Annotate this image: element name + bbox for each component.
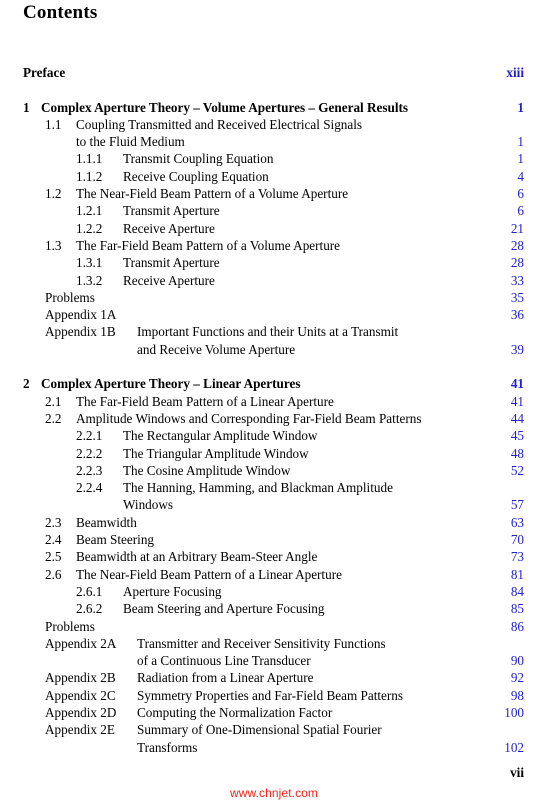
toc-entry[interactable]: 1.2.2 Receive Aperture 21: [0, 220, 548, 237]
toc-entry[interactable]: 2.4 Beam Steering 70: [0, 531, 548, 548]
toc-entry[interactable]: 1.1.1 Transmit Coupling Equation 1: [0, 150, 548, 167]
toc-entry-page-number: 48: [510, 445, 524, 461]
toc-entry-page-number: 73: [510, 549, 524, 565]
toc-entry[interactable]: Preface xiii: [0, 64, 548, 81]
toc-entry[interactable]: 1.3.2 Receive Aperture 33: [0, 272, 548, 289]
toc-entry[interactable]: to the Fluid Medium 1: [0, 133, 548, 150]
toc-entry[interactable]: 1.2.1 Transmit Aperture 6: [0, 202, 548, 219]
toc-entry[interactable]: 2.2.4 The Hanning, Hamming, and Blackman …: [0, 479, 548, 496]
toc-entry[interactable]: 1 Complex Aperture Theory – Volume Apertu…: [0, 99, 548, 116]
toc-entry[interactable]: 1.3.1 Transmit Aperture 28: [0, 254, 548, 271]
toc-entry[interactable]: Appendix 2E Summary of One-Dimensional Sp…: [0, 721, 548, 738]
toc-entry[interactable]: and Receive Volume Aperture 39: [0, 341, 548, 358]
toc-entry-page-number: 28: [510, 255, 524, 271]
toc-entry[interactable]: Windows 57: [0, 496, 548, 513]
toc-entry-page-number: 6: [517, 203, 524, 219]
toc-entry-number: Appendix 2E: [45, 722, 115, 738]
toc-entry-page-number: xiii: [506, 65, 524, 80]
toc-entry[interactable]: Appendix 2A Transmitter and Receiver Sens…: [0, 635, 548, 652]
toc-entry-page-number: 45: [510, 428, 524, 444]
toc-entry[interactable]: 2.5 Beamwidth at an Arbitrary Beam-Steer …: [0, 548, 548, 565]
toc-entry-label: The Hanning, Hamming, and Blackman Ampli…: [123, 480, 393, 496]
toc-entry[interactable]: Appendix 2C Symmetry Properties and Far-F…: [0, 687, 548, 704]
toc-entry-page-number: 1: [517, 151, 524, 167]
page-title: Contents: [23, 2, 98, 23]
toc-entry[interactable]: 2 Complex Aperture Theory – Linear Apertu…: [0, 375, 548, 392]
toc-entry-page-number: 70: [510, 532, 524, 548]
toc-entry-page-number: 90: [510, 653, 524, 669]
toc-entry[interactable]: 1.2 The Near-Field Beam Pattern of a Volu…: [0, 185, 548, 202]
toc-entry[interactable]: 2.6.2 Beam Steering and Aperture Focusing…: [0, 600, 548, 617]
toc-entry[interactable]: 1.3 The Far-Field Beam Pattern of a Volum…: [0, 237, 548, 254]
toc-entry-page-number: 81: [510, 566, 524, 582]
toc-entry[interactable]: 2.2 Amplitude Windows and Corresponding F…: [0, 410, 548, 427]
toc-entry[interactable]: 2.2.2 The Triangular Amplitude Window 48: [0, 445, 548, 462]
toc-entry[interactable]: 2.2.3 The Cosine Amplitude Window 52: [0, 462, 548, 479]
toc-entry[interactable]: 2.3 Beamwidth 63: [0, 514, 548, 531]
toc-entry-page-number: 102: [504, 739, 524, 755]
toc-entry-page-number: 1: [517, 134, 524, 150]
toc-entry[interactable]: 2.1 The Far-Field Beam Pattern of a Linea…: [0, 393, 548, 410]
toc-entry-page-number: 100: [504, 704, 524, 720]
toc-entry[interactable]: 1.1.2 Receive Coupling Equation 4: [0, 168, 548, 185]
toc-entry[interactable]: Transforms 102: [0, 739, 548, 756]
toc-entry-page-number: 92: [510, 670, 524, 686]
toc-entry-page-number: 63: [510, 514, 524, 530]
toc-entry[interactable]: Appendix 1A 36: [0, 306, 548, 323]
toc-entry-page-number: 57: [510, 497, 524, 513]
toc-entry-page-number: 98: [510, 687, 524, 703]
toc-entry-number: Appendix 1B: [45, 324, 116, 340]
toc-entry-page-number: 41: [510, 393, 524, 409]
toc-entry-label: Coupling Transmitted and Received Electr…: [76, 116, 363, 132]
toc-entry-page-number: 36: [510, 307, 524, 323]
toc-entry-page-number: 6: [517, 186, 524, 202]
toc-entry[interactable]: 2.6.1 Aperture Focusing 84: [0, 583, 548, 600]
toc-entry-page-number: 28: [510, 237, 524, 253]
toc-entry-page-number: 21: [510, 220, 524, 236]
folio-page-number: vii: [510, 765, 524, 780]
toc-entry-number: 1.1: [45, 116, 62, 132]
toc-entry[interactable]: Appendix 2B Radiation from a Linear Apert…: [0, 669, 548, 686]
toc-entry[interactable]: Appendix 1B Important Functions and their…: [0, 323, 548, 340]
toc-entry-list: Preface xiii 1 Complex Aperture Theory – Vo…: [0, 64, 548, 756]
toc-entry-label: Important Functions and their Units at a…: [137, 324, 399, 340]
toc-entry-label: Transmitter and Receiver Sensitivity Fun…: [137, 635, 386, 651]
toc-entry[interactable]: 2.2.1 The Rectangular Amplitude Window 45: [0, 427, 548, 444]
toc-entry[interactable]: Appendix 2D Computing the Normalization F…: [0, 704, 548, 721]
toc-entry-page-number: 85: [510, 601, 524, 617]
toc-entry-number: Appendix 2A: [45, 635, 117, 651]
toc-entry[interactable]: 1.1 Coupling Transmitted and Received Ele…: [0, 116, 548, 133]
site-watermark: www.chnjet.com: [229, 786, 319, 800]
toc-entry-page-number: 84: [510, 583, 524, 599]
toc-entry-page-number: 86: [510, 618, 524, 634]
toc-entry-page-number: 52: [510, 462, 524, 478]
toc-entry-page-number: 33: [510, 272, 524, 288]
toc-entry-page-number: 39: [510, 341, 524, 357]
toc-entry[interactable]: of a Continuous Line Transducer 90: [0, 652, 548, 669]
toc-entry[interactable]: Problems 35: [0, 289, 548, 306]
toc-entry-page-number: 1: [517, 99, 524, 115]
toc-entry[interactable]: 2.6 The Near-Field Beam Pattern of a Line…: [0, 566, 548, 583]
toc-entry-page-number: 35: [510, 289, 524, 305]
toc-entry-page-number: 4: [517, 168, 524, 184]
toc-entry-page-number: 41: [510, 376, 524, 392]
toc-entry-page-number: 44: [510, 410, 524, 426]
toc-entry-number: 2.2.4: [76, 480, 103, 496]
toc-entry[interactable]: Problems 86: [0, 618, 548, 635]
toc-entry-label: Summary of One-Dimensional Spatial Fouri…: [137, 722, 382, 738]
toc-page: Contents Preface xiii 1 Complex Aperture Th…: [0, 0, 548, 809]
